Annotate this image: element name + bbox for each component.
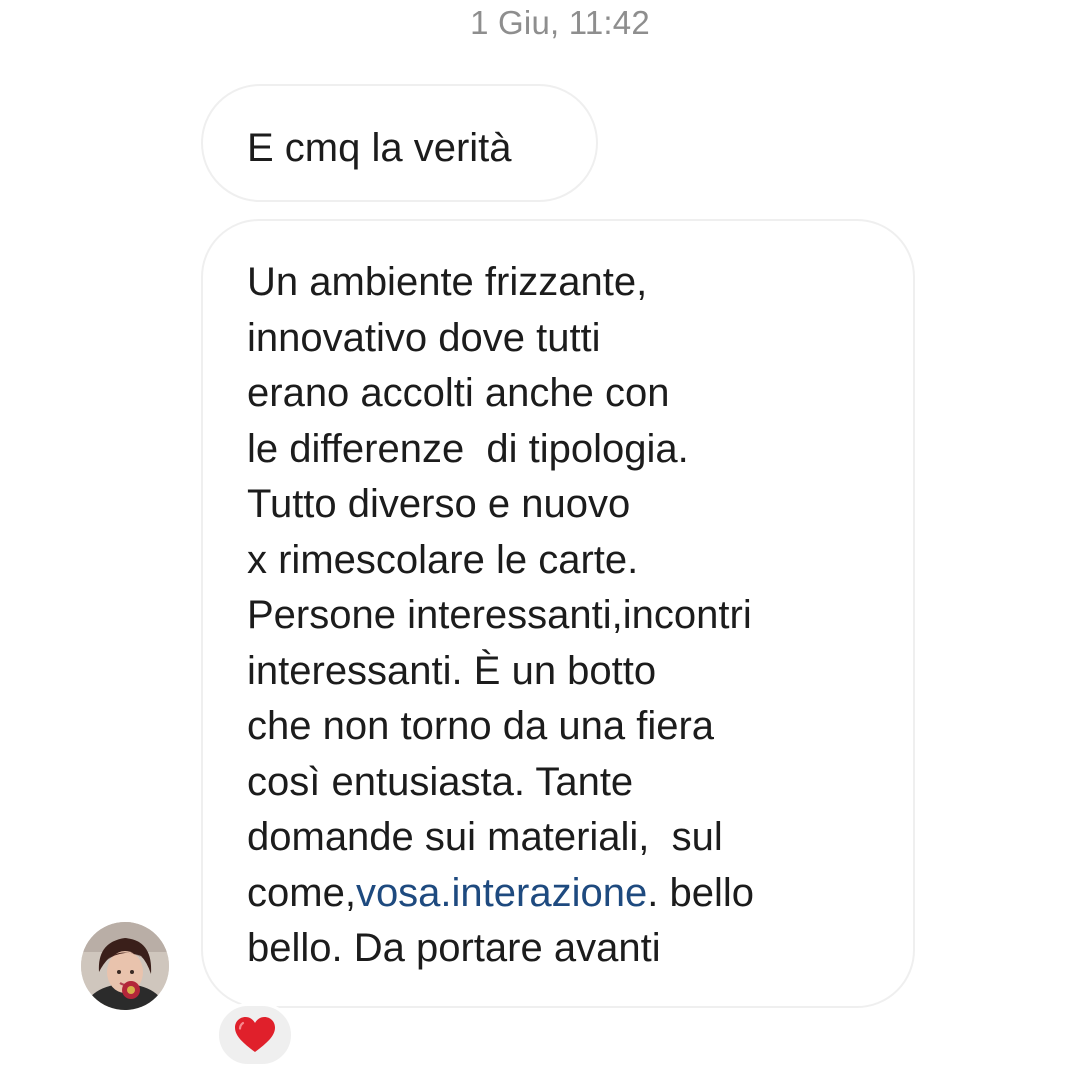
message-line: E cmq la verità xyxy=(247,124,596,172)
message-text-segment: x rimescolare le carte. xyxy=(247,537,639,582)
message-line: Un ambiente frizzante, xyxy=(247,255,913,311)
message-bubble[interactable]: Un ambiente frizzante, innovativo dove tu… xyxy=(201,219,915,1008)
avatar-photo xyxy=(81,922,169,1010)
message-line: le differenze di tipologia. xyxy=(247,422,913,478)
message-text-segment: domande sui materiali, sul xyxy=(247,815,723,859)
heart-reaction[interactable] xyxy=(216,1003,294,1067)
message-text-segment: Un ambiente frizzante, xyxy=(247,260,648,304)
message-text-segment: così entusiasta. Tante xyxy=(247,759,634,804)
message-text: E cmq la verità xyxy=(247,124,596,172)
message-line: erano accolti anche con xyxy=(247,366,913,422)
message-text-segment: E cmq la verità xyxy=(247,126,512,170)
message-line: Tutto diverso e nuovo xyxy=(247,477,913,533)
message-text-segment: che non torno da una fiera xyxy=(247,704,715,748)
message-line: Persone interessanti,incontri xyxy=(247,588,913,644)
message-text-segment: . bello xyxy=(647,870,754,915)
message-line: come,vosa.interazione. bello xyxy=(247,866,913,922)
message-line: che non torno da una fiera xyxy=(247,699,913,755)
message-text-segment: innovativo dove tutti xyxy=(247,315,601,360)
message-line: x rimescolare le carte. xyxy=(247,533,913,589)
message-line: così entusiasta. Tante xyxy=(247,755,913,811)
message-line: bello. Da portare avanti xyxy=(247,921,913,977)
sender-avatar[interactable] xyxy=(81,922,169,1010)
red-heart-icon xyxy=(235,1017,275,1052)
message-text-segment: come, xyxy=(247,870,356,915)
message-timestamp: 1 Giu, 11:42 xyxy=(470,4,650,41)
message-text-segment: bello. Da portare avanti xyxy=(247,926,661,970)
message-text-segment: interessanti. È un botto xyxy=(247,648,657,693)
message-text: Un ambiente frizzante, innovativo dove tu… xyxy=(247,255,913,977)
message-text-segment: erano accolti anche con xyxy=(247,371,670,415)
message-link[interactable]: vosa.interazione xyxy=(356,871,647,915)
message-line: innovativo dove tutti xyxy=(247,311,913,367)
message-bubble[interactable]: E cmq la verità xyxy=(201,84,598,202)
message-text-segment: le differenze di tipologia. xyxy=(247,426,689,471)
message-text-segment: Tutto diverso e nuovo xyxy=(247,482,631,526)
message-line: interessanti. È un botto xyxy=(247,644,913,700)
message-line: domande sui materiali, sul xyxy=(247,810,913,866)
message-text-segment: Persone interessanti,incontri xyxy=(247,593,752,637)
